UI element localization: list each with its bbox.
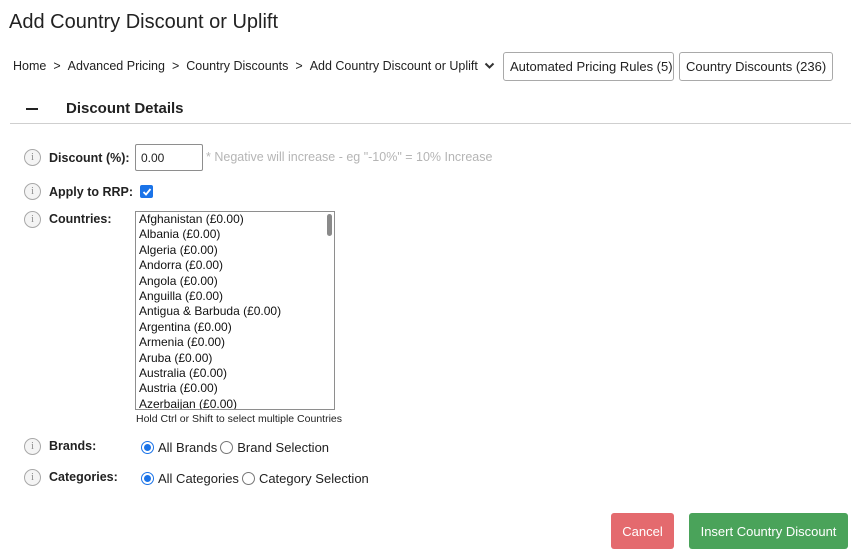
country-option[interactable]: Albania (£0.00)	[136, 227, 334, 242]
breadcrumb-separator: >	[171, 59, 180, 73]
info-icon[interactable]: i	[24, 211, 41, 228]
country-option[interactable]: Argentina (£0.00)	[136, 320, 334, 335]
country-option[interactable]: Austria (£0.00)	[136, 381, 334, 396]
info-icon[interactable]: i	[24, 149, 41, 166]
category-selection-radio[interactable]	[241, 472, 255, 485]
countries-listbox[interactable]: Afghanistan (£0.00) Albania (£0.00) Alge…	[135, 211, 335, 410]
country-option[interactable]: Algeria (£0.00)	[136, 243, 334, 258]
country-option[interactable]: Azerbaijan (£0.00)	[136, 397, 334, 409]
all-categories-radio[interactable]	[141, 472, 154, 485]
discount-details-header: Discount Details	[10, 96, 851, 124]
info-icon[interactable]: i	[24, 469, 41, 486]
section-title: Discount Details	[66, 100, 184, 117]
country-option[interactable]: Aruba (£0.00)	[136, 351, 334, 366]
page-title: Add Country Discount or Uplift	[9, 11, 279, 33]
chevron-down-icon[interactable]	[484, 62, 495, 70]
apply-rrp-label: Apply to RRP:	[49, 185, 134, 199]
minus-icon[interactable]	[26, 108, 38, 110]
breadcrumb: Home > Advanced Pricing > Country Discou…	[13, 58, 495, 74]
country-option[interactable]: Australia (£0.00)	[136, 366, 334, 381]
all-brands-radio[interactable]	[141, 441, 154, 454]
country-option[interactable]: Angola (£0.00)	[136, 274, 334, 289]
country-option[interactable]: Andorra (£0.00)	[136, 258, 334, 273]
all-categories-label[interactable]: All Categories	[158, 471, 239, 486]
automated-pricing-rules-button[interactable]: Automated Pricing Rules (5)	[503, 52, 674, 81]
country-option[interactable]: Afghanistan (£0.00)	[136, 212, 334, 227]
countries-label: Countries:	[49, 212, 112, 226]
country-option[interactable]: Anguilla (£0.00)	[136, 289, 334, 304]
breadcrumb-current: Add Country Discount or Uplift	[309, 59, 478, 73]
breadcrumb-country-discounts[interactable]: Country Discounts	[186, 59, 288, 73]
info-icon[interactable]: i	[24, 438, 41, 455]
breadcrumb-separator: >	[53, 59, 61, 73]
checkmark-icon	[142, 188, 152, 196]
country-option[interactable]: Antigua & Barbuda (£0.00)	[136, 304, 334, 319]
info-icon[interactable]: i	[24, 183, 41, 200]
categories-label: Categories:	[49, 470, 118, 484]
categories-radio-group: All Categories Category Selection	[141, 471, 372, 486]
insert-country-discount-button[interactable]: Insert Country Discount	[689, 513, 848, 549]
brand-selection-radio[interactable]	[220, 441, 234, 454]
breadcrumb-advanced-pricing[interactable]: Advanced Pricing	[68, 59, 165, 73]
brands-label: Brands:	[49, 439, 97, 453]
brand-selection-label[interactable]: Brand Selection	[237, 440, 329, 455]
brands-radio-group: All Brands Brand Selection	[141, 440, 332, 455]
cancel-button[interactable]: Cancel	[611, 513, 674, 549]
discount-label: Discount (%):	[49, 151, 130, 165]
scrollbar-thumb[interactable]	[327, 214, 332, 236]
apply-rrp-checkbox[interactable]	[140, 185, 153, 198]
country-discounts-button[interactable]: Country Discounts (236)	[679, 52, 833, 81]
breadcrumb-separator: >	[295, 59, 303, 73]
country-option[interactable]: Armenia (£0.00)	[136, 335, 334, 350]
countries-help-text: Hold Ctrl or Shift to select multiple Co…	[136, 413, 342, 425]
discount-hint: * Negative will increase - eg "-10%" = 1…	[206, 150, 493, 164]
all-brands-label[interactable]: All Brands	[158, 440, 217, 455]
category-selection-label[interactable]: Category Selection	[259, 471, 369, 486]
breadcrumb-home[interactable]: Home	[13, 59, 46, 73]
discount-input[interactable]	[135, 144, 203, 171]
